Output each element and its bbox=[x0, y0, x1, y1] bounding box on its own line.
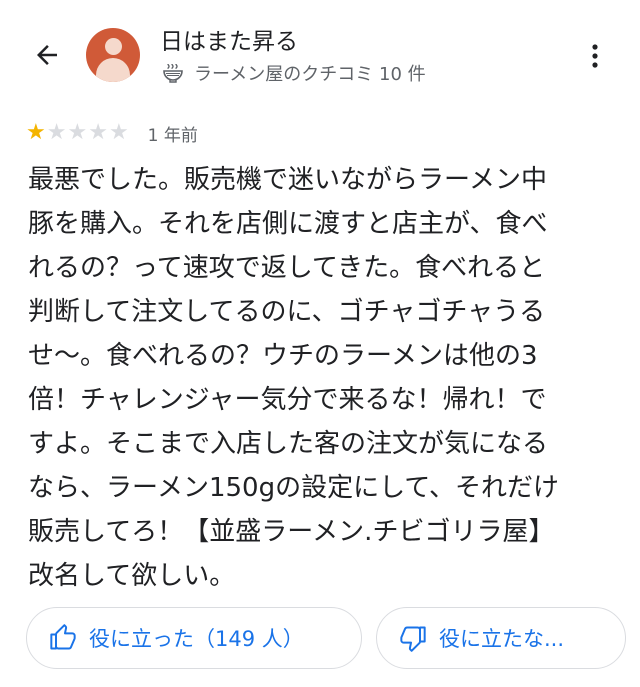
reviewer-name[interactable]: 日はまた昇る bbox=[160, 22, 298, 56]
not-helpful-label: 役に立たな... bbox=[439, 627, 565, 651]
star-filled-icon: ★ bbox=[26, 120, 46, 145]
star-rating: ★★★★★ bbox=[26, 122, 130, 144]
review-text-line: 判断して注文してるのに、ゴチャゴチャうる bbox=[28, 297, 546, 327]
thumb-up-icon bbox=[49, 624, 77, 652]
star-empty-icon: ★ bbox=[46, 120, 67, 145]
review-text: 最悪でした。販売機で迷いながらラーメン中 豚を購入。それを店側に渡すと店主が、食べ… bbox=[28, 158, 618, 598]
arrow-back-icon bbox=[37, 45, 57, 65]
avatar[interactable] bbox=[86, 28, 140, 82]
star-empty-icon: ★ bbox=[67, 120, 88, 145]
not-helpful-button[interactable]: 役に立たな... bbox=[376, 607, 626, 669]
review-text-line: 最悪でした。販売機で迷いながらラーメン中 bbox=[28, 165, 547, 195]
review-text-line: 改名して欲しい。 bbox=[28, 561, 236, 591]
reviewer-review-count: ラーメン屋のクチコミ 10 件 bbox=[194, 64, 426, 85]
rating-row: ★★★★★ 1 年前 bbox=[26, 120, 198, 146]
review-text-line: 倍！チャレンジャー気分で来るな！帰れ！で bbox=[28, 385, 547, 415]
review-text-line: すよ。そこまで入店した客の注文が気になる bbox=[28, 429, 549, 459]
review-text-line: せ〜。食べれるの？ウチのラーメンは他の3 bbox=[28, 341, 538, 371]
ramen-bowl-icon bbox=[160, 60, 186, 86]
thumb-down-icon bbox=[399, 624, 427, 652]
more-vert-icon bbox=[592, 44, 598, 68]
review-header: 日はまた昇る ラーメン屋のクチコミ 10 件 bbox=[0, 0, 640, 110]
review-date: 1 年前 bbox=[147, 125, 198, 146]
back-button[interactable] bbox=[28, 36, 66, 74]
review-text-line: れるの？って速攻で返してきた。食べれると bbox=[28, 253, 546, 283]
avatar-head bbox=[105, 38, 122, 55]
more-options-button[interactable] bbox=[580, 38, 610, 74]
reviewer-meta: ラーメン屋のクチコミ 10 件 bbox=[160, 60, 426, 86]
review-text-line: 販売してろ！【並盛ラーメン.チビゴリラ屋】 bbox=[28, 517, 555, 547]
helpful-button[interactable]: 役に立った（149 人） bbox=[26, 607, 362, 669]
helpful-label: 役に立った（149 人） bbox=[89, 627, 304, 651]
avatar-body bbox=[96, 58, 130, 82]
review-text-line: なら、ラーメン150gの設定にして、それだけ bbox=[28, 473, 560, 503]
review-text-line: 豚を購入。それを店側に渡すと店主が、食べ bbox=[28, 209, 548, 239]
star-empty-icon: ★ bbox=[108, 120, 129, 145]
star-empty-icon: ★ bbox=[88, 120, 108, 145]
